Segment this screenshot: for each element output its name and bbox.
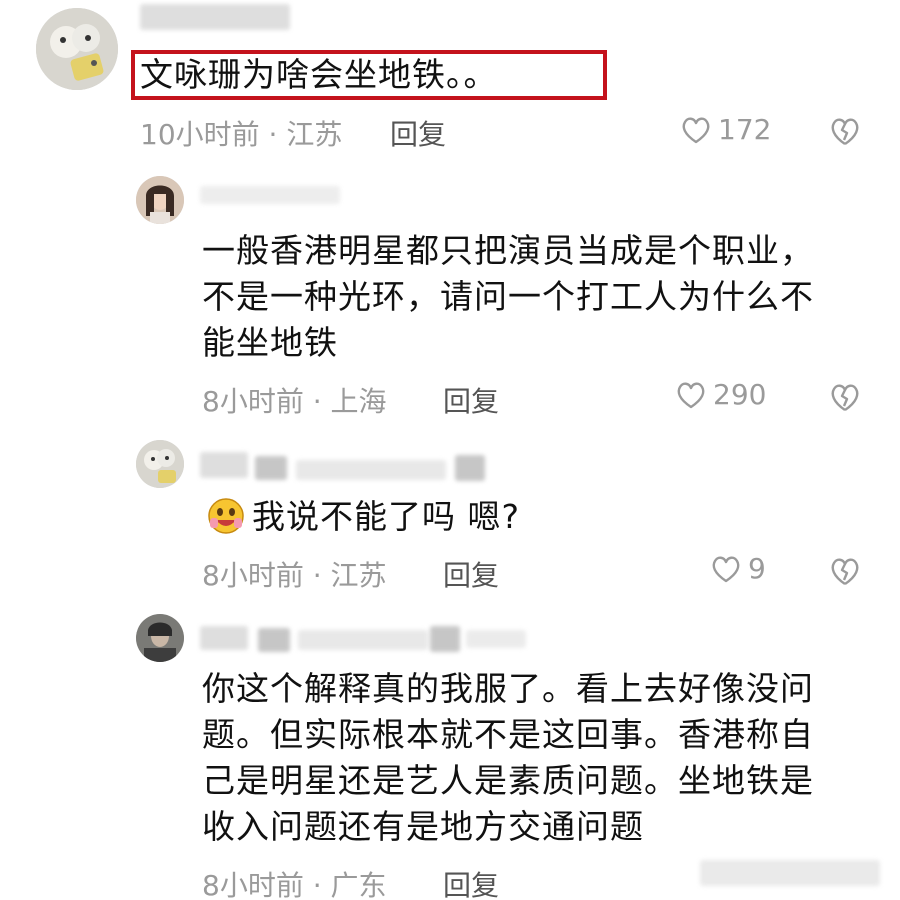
heart-icon <box>712 556 740 582</box>
comment-time: 8小时前 <box>202 869 304 900</box>
comment-line: 收入问题还有是地方交通问题 <box>202 807 644 846</box>
comment-time: 10小时前 <box>140 118 260 151</box>
comment-location: 江苏 <box>330 559 387 592</box>
comment-text: 我说不能了吗 嗯? <box>252 497 521 536</box>
emoji-icon <box>208 498 244 534</box>
comment-location: 江苏 <box>286 118 343 151</box>
avatar[interactable] <box>136 176 184 224</box>
like-button[interactable]: 172 <box>680 113 771 146</box>
comment-text: 你这个解释真的我服了。看上去好像没问 题。但实际根本就不是这回事。香港称自 己是… <box>202 666 814 850</box>
username-blurred[interactable] <box>430 626 460 652</box>
comment-time: 8小时前 <box>202 559 304 592</box>
heart-icon <box>677 382 705 408</box>
reply-button[interactable]: 回复 <box>443 554 499 594</box>
meta-separator: · <box>268 118 278 151</box>
watermark-blurred <box>700 860 880 886</box>
comment-line: 你这个解释真的我服了。看上去好像没问 <box>202 669 814 708</box>
reply-button[interactable]: 回复 <box>443 864 499 900</box>
username-blurred[interactable] <box>455 455 485 481</box>
username-blurred[interactable] <box>200 186 340 204</box>
comment-line: 己是明星还是艺人是素质问题。坐地铁是 <box>202 761 814 800</box>
username-blurred[interactable] <box>296 460 446 480</box>
avatar[interactable] <box>136 614 184 662</box>
like-button[interactable]: 9 <box>710 552 766 585</box>
broken-heart-icon[interactable] <box>828 114 862 148</box>
username-blurred[interactable] <box>258 628 290 652</box>
username-blurred[interactable] <box>200 626 248 650</box>
comment-thread: 文咏珊为啥会坐地铁。。 10小时前 · 江苏 回复 172 一般香港明星都只把演… <box>0 0 900 900</box>
comment-location: 广东 <box>330 869 387 900</box>
like-count: 172 <box>718 113 772 146</box>
broken-heart-icon[interactable] <box>828 554 862 588</box>
comment-line: 一般香港明星都只把演员当成是个职业， <box>202 231 814 270</box>
comment-time: 8小时前 <box>202 385 304 418</box>
reply-button[interactable]: 回复 <box>443 380 499 420</box>
comment-line: 不是一种光环，请问一个打工人为什么不 <box>202 277 814 316</box>
meta-separator: · <box>312 385 322 418</box>
comment-line: 能坐地铁 <box>202 323 338 362</box>
comment-text: 文咏珊为啥会坐地铁。。 <box>140 55 498 94</box>
comment-text: 一般香港明星都只把演员当成是个职业， 不是一种光环，请问一个打工人为什么不 能坐… <box>202 228 814 366</box>
like-count: 290 <box>713 378 767 411</box>
meta-separator: · <box>312 869 322 900</box>
username-blurred[interactable] <box>466 630 526 648</box>
username-blurred[interactable] <box>200 452 248 478</box>
like-button[interactable]: 290 <box>675 378 766 411</box>
comment-meta: 8小时前 · 广东 <box>202 864 387 900</box>
comment-meta: 8小时前 · 上海 <box>202 380 387 420</box>
username-blurred[interactable] <box>298 630 428 650</box>
avatar[interactable] <box>36 8 118 90</box>
username-blurred[interactable] <box>255 456 287 480</box>
reply-button[interactable]: 回复 <box>390 113 446 153</box>
comment-line: 题。但实际根本就不是这回事。香港称自 <box>202 715 814 754</box>
comment-meta: 10小时前 · 江苏 <box>140 113 342 153</box>
heart-icon <box>682 117 710 143</box>
meta-separator: · <box>312 559 322 592</box>
comment-meta: 8小时前 · 江苏 <box>202 554 387 594</box>
broken-heart-icon[interactable] <box>828 380 862 414</box>
avatar[interactable] <box>136 440 184 488</box>
like-count: 9 <box>748 552 766 585</box>
username-blurred[interactable] <box>140 4 290 30</box>
comment-location: 上海 <box>330 385 387 418</box>
